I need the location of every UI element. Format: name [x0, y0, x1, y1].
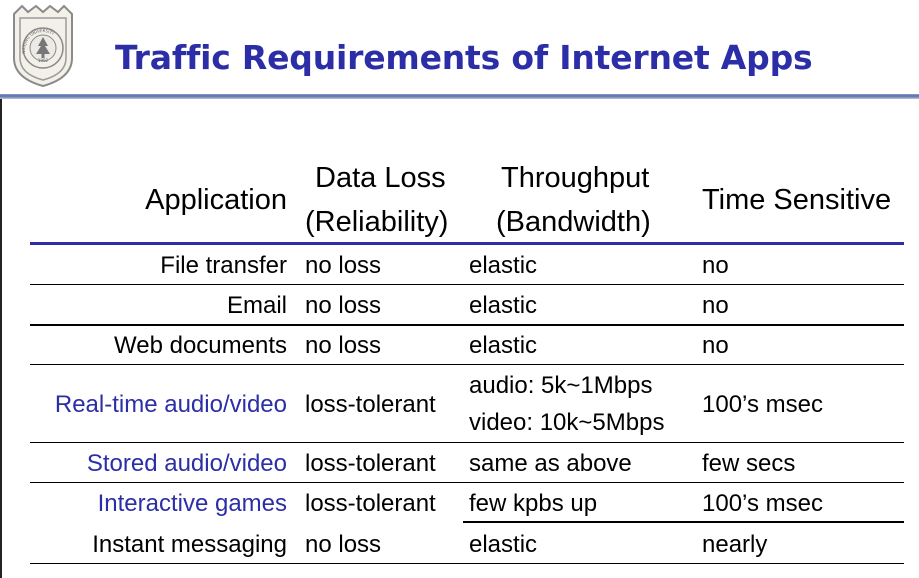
- cell-loss: loss-tolerant: [305, 450, 436, 477]
- header-data-loss: Data Loss: [315, 162, 446, 194]
- cell-time: no: [702, 332, 729, 359]
- header-time-sensitive: Time Sensitive: [702, 184, 892, 216]
- cell-throughput: audio: 5k~1Mbps: [469, 372, 653, 399]
- row-divider: [463, 521, 904, 523]
- cell-loss: no loss: [305, 332, 382, 359]
- header-application: Application: [145, 184, 287, 216]
- cell-time: no: [702, 252, 729, 279]
- cell-throughput: elastic: [469, 292, 538, 319]
- cell-loss: no loss: [305, 531, 382, 558]
- slide-title: Traffic Requirements of Internet Apps: [115, 38, 813, 77]
- logo-year: 1902: [38, 58, 49, 63]
- cell-time: nearly: [702, 531, 768, 558]
- university-logo: 1902 NANJING UNIVERSITY: [13, 4, 73, 88]
- row-divider: [30, 324, 904, 326]
- cell-loss: no loss: [305, 252, 382, 279]
- cell-app: Real-time audio/video: [54, 391, 287, 418]
- cell-app: Stored audio/video: [86, 450, 287, 477]
- row-divider: [30, 482, 904, 483]
- cell-throughput: elastic: [469, 252, 538, 279]
- title-rule: [0, 94, 919, 99]
- cell-time: 100’s msec: [702, 391, 823, 418]
- cell-time: few secs: [702, 450, 796, 477]
- cell-app: File transfer: [160, 252, 287, 279]
- cell-throughput: elastic: [469, 332, 538, 359]
- cell-throughput: video: 10k~5Mbps: [469, 409, 665, 436]
- row-divider: [30, 284, 904, 285]
- left-border: [0, 99, 2, 578]
- cell-loss: loss-tolerant: [305, 391, 436, 418]
- row-divider: [30, 442, 904, 443]
- cell-loss: loss-tolerant: [305, 490, 436, 517]
- cell-app: Interactive games: [97, 490, 287, 517]
- cell-app: Instant messaging: [92, 531, 287, 558]
- cell-throughput: few kpbs up: [469, 490, 598, 517]
- header-bandwidth: (Bandwidth): [496, 206, 651, 238]
- cell-time: no: [702, 292, 729, 319]
- header-divider: [30, 242, 904, 245]
- row-divider: [30, 364, 904, 365]
- cell-loss: no loss: [305, 292, 382, 319]
- row-divider: [30, 563, 904, 564]
- cell-app: Web documents: [114, 332, 287, 359]
- cell-time: 100’s msec: [702, 490, 823, 517]
- header-throughput: Throughput: [501, 162, 650, 194]
- header-reliability: (Reliability): [305, 206, 449, 238]
- cell-throughput: same as above: [469, 450, 632, 477]
- cell-app: Email: [226, 292, 287, 319]
- cell-throughput: elastic: [469, 531, 538, 558]
